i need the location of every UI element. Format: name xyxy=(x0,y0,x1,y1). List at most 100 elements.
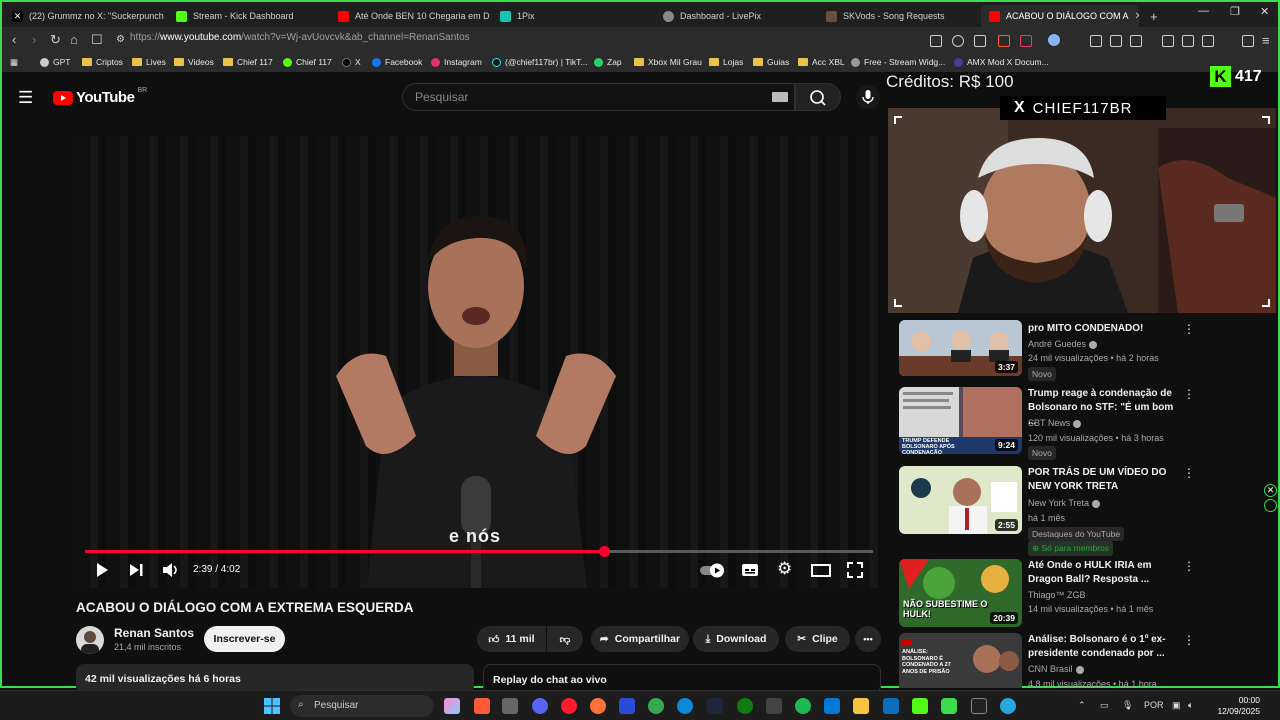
puzzle-icon[interactable] xyxy=(1110,35,1122,47)
bookmark-tiktok[interactable]: (@chief117br) | TikT... xyxy=(492,57,587,67)
outlook-icon[interactable] xyxy=(824,698,840,714)
keyboard-icon[interactable] xyxy=(772,92,788,102)
bookmark-gpt[interactable]: GPT xyxy=(40,57,70,67)
video-title[interactable]: Até Onde o HULK IRIA em Dragon Ball? Res… xyxy=(1028,559,1180,587)
close-window-icon[interactable]: ✕ xyxy=(1260,5,1269,18)
firefox-icon[interactable] xyxy=(590,698,606,714)
app-icon[interactable] xyxy=(502,698,518,714)
bookmark-lives[interactable]: Lives xyxy=(132,57,166,67)
wallet-icon[interactable] xyxy=(1202,35,1214,47)
play-icon[interactable] xyxy=(94,562,110,578)
spotify-icon[interactable] xyxy=(795,698,811,714)
search-button[interactable] xyxy=(795,83,841,111)
bookmark-acc-xbl[interactable]: Acc XBL xyxy=(798,57,845,67)
app-icon[interactable] xyxy=(766,698,782,714)
bookmark-instagram[interactable]: Instagram xyxy=(431,57,482,67)
home-icon[interactable]: ⌂ xyxy=(70,32,78,47)
url-field[interactable]: https://www.youtube.com/watch?v=Wj-avUov… xyxy=(130,32,470,43)
video-title[interactable]: pro MITO CONDENADO! xyxy=(1028,322,1180,336)
speaker-icon[interactable]: 🔈︎ xyxy=(1188,700,1193,711)
tab-kick-dashboard[interactable]: Stream - Kick Dashboard xyxy=(168,5,328,27)
tab-skvods[interactable]: SKVods - Song Requests xyxy=(818,5,978,27)
language-indicator[interactable]: POR xyxy=(1144,700,1164,710)
fullscreen-icon[interactable] xyxy=(847,562,863,578)
youtube-logo[interactable]: YouTube BR xyxy=(53,87,147,106)
app-icon[interactable] xyxy=(883,698,899,714)
app-icon[interactable] xyxy=(1000,698,1016,714)
tab-active-video[interactable]: ACABOU O DIÁLOGO COM A ✕ xyxy=(981,5,1139,27)
video-channel[interactable]: SBT News xyxy=(1028,418,1082,428)
back-icon[interactable]: ‹ xyxy=(12,32,16,47)
video-title[interactable]: POR TRÁS DE UM VÍDEO DO NEW YORK TRETA xyxy=(1028,466,1180,494)
recommended-video[interactable]: NÃO SUBESTIME O HULK! 20:39 Até Onde o H… xyxy=(899,559,1199,627)
extension-icon[interactable] xyxy=(1130,35,1142,47)
system-clock[interactable]: 00:00 12/09/2025 xyxy=(1217,695,1260,717)
autoplay-toggle[interactable] xyxy=(699,562,727,578)
obs-icon[interactable] xyxy=(971,698,987,714)
recommended-video[interactable]: TRUMP DEFENDE BOLSONARO APÓS CONDENAÇÃO … xyxy=(899,387,1199,461)
recommended-video[interactable]: 3:37 pro MITO CONDENADO! André Guedes 24… xyxy=(899,320,1199,381)
rewards-icon[interactable] xyxy=(1020,35,1032,47)
clip-button[interactable]: ✂ Clipe xyxy=(785,626,850,652)
theater-mode-icon[interactable] xyxy=(811,562,831,578)
recommended-video[interactable]: ANÁLISE: BOLSONARO É CONDENADO A 27 ANOS… xyxy=(899,633,1199,688)
network-icon[interactable]: ▣ xyxy=(1172,700,1181,711)
bookmark-chief117-kick[interactable]: Chief 117 xyxy=(283,57,332,67)
share-icon[interactable] xyxy=(974,35,986,47)
bookmark-zap[interactable]: Zap xyxy=(594,57,622,67)
bookmark-xbox[interactable]: Xbox Mil Grau xyxy=(634,57,702,67)
bookmark-x[interactable]: X xyxy=(342,57,361,67)
menu-icon[interactable]: ≡ xyxy=(1262,33,1270,48)
more-actions-button[interactable]: ••• xyxy=(855,626,881,652)
brave-icon[interactable] xyxy=(474,698,490,714)
more-options-icon[interactable]: ⋮ xyxy=(1183,633,1195,647)
recommended-video[interactable]: 2:55 POR TRÁS DE UM VÍDEO DO NEW YORK TR… xyxy=(899,466,1199,556)
steam-icon[interactable] xyxy=(707,698,723,714)
copilot-icon[interactable] xyxy=(444,698,460,714)
video-title[interactable]: Análise: Bolsonaro é o 1º ex-presidente … xyxy=(1028,633,1180,661)
maximize-icon[interactable]: ❐ xyxy=(1230,5,1240,18)
more-options-icon[interactable]: ⋮ xyxy=(1183,559,1195,573)
hamburger-menu-icon[interactable]: ☰ xyxy=(18,88,33,108)
more-options-icon[interactable]: ⋮ xyxy=(1183,387,1195,401)
video-thumbnail[interactable]: TRUMP DEFENDE BOLSONARO APÓS CONDENAÇÃO … xyxy=(899,387,1022,454)
file-explorer-icon[interactable] xyxy=(853,698,869,714)
settings-gear-icon[interactable]: ⚙ xyxy=(777,559,792,579)
tab-livepix[interactable]: Dashboard - LivePix xyxy=(655,5,815,27)
reload-icon[interactable]: ↻ xyxy=(50,32,61,48)
tab-1pix[interactable]: 1Pix xyxy=(492,5,652,27)
show-hidden-icons[interactable]: ⌃ xyxy=(1078,700,1086,711)
bookmark-criptos[interactable]: Criptos xyxy=(82,57,123,67)
close-tab-icon[interactable]: ✕ xyxy=(1135,11,1139,22)
new-tab-button[interactable]: + xyxy=(1142,5,1166,27)
bookmark-amx[interactable]: AMX Mod X Docum... xyxy=(954,57,1049,67)
volume-icon[interactable] xyxy=(162,562,180,578)
more-options-icon[interactable]: ⋮ xyxy=(1183,466,1195,480)
site-info-icon[interactable]: ⚙ xyxy=(116,34,125,45)
shield-icon[interactable] xyxy=(619,698,635,714)
bookmark-facebook[interactable]: Facebook xyxy=(372,57,422,67)
video-thumbnail[interactable]: NÃO SUBESTIME O HULK! 20:39 xyxy=(899,559,1022,627)
video-channel[interactable]: André Guedes xyxy=(1028,339,1098,349)
subtitles-icon[interactable] xyxy=(741,562,759,578)
dislike-button[interactable]: 👎︎ xyxy=(547,626,583,652)
microphone-tray-icon[interactable]: 🎙︎ xyxy=(1122,700,1133,711)
chrome-icon[interactable] xyxy=(648,698,664,714)
discord-icon[interactable] xyxy=(532,698,548,714)
more-options-icon[interactable]: ⋮ xyxy=(1183,322,1195,336)
video-channel[interactable]: New York Treta xyxy=(1028,498,1101,508)
video-thumbnail[interactable]: 3:37 xyxy=(899,320,1022,376)
channel-name[interactable]: Renan Santos xyxy=(114,626,194,640)
subscribe-button[interactable]: Inscrever-se xyxy=(204,626,285,652)
brave-shield-icon[interactable] xyxy=(998,35,1010,47)
forward-icon[interactable]: › xyxy=(32,32,36,47)
minimize-icon[interactable]: — xyxy=(1198,5,1209,17)
bookmark-videos[interactable]: Videos xyxy=(174,57,214,67)
video-thumbnail[interactable]: 2:55 xyxy=(899,466,1022,534)
edge-icon[interactable] xyxy=(677,698,693,714)
next-video-icon[interactable] xyxy=(128,562,144,578)
tab-ben10-video[interactable]: Até Onde BEN 10 Chegaria em Drag xyxy=(330,5,490,27)
bookmark-lojas[interactable]: Lojas xyxy=(709,57,743,67)
tab-grummz[interactable]: ✕ (22) Grummz no X: "Suckerpunch Se xyxy=(4,5,164,27)
extension-toggle-icon[interactable] xyxy=(1264,499,1277,512)
